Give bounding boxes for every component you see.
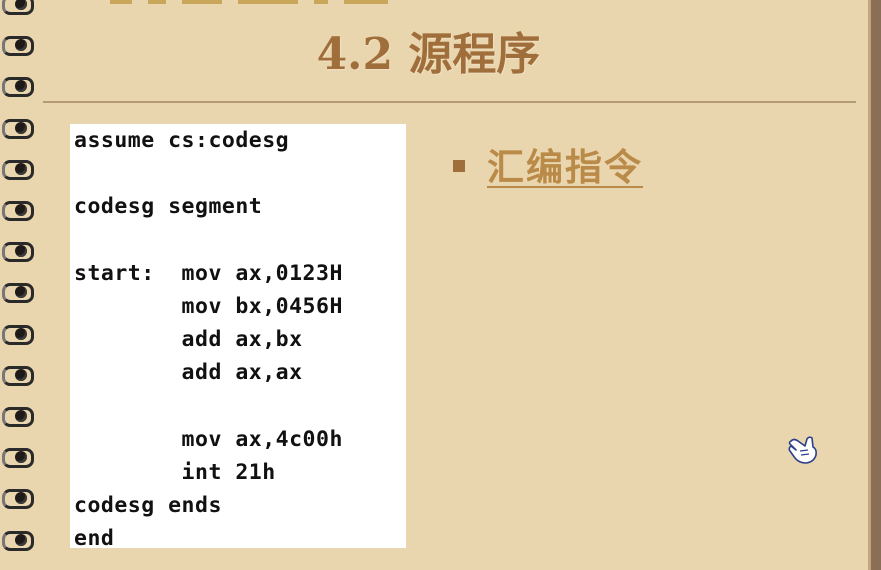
code-line: end xyxy=(74,526,115,552)
title-divider xyxy=(43,101,856,103)
page-edge xyxy=(868,0,881,570)
code-line: add ax,ax xyxy=(74,360,303,386)
code-line: assume cs:codesg xyxy=(74,128,290,153)
source-code-text: assume cs:codesg codesg segment start: m… xyxy=(70,124,406,556)
cut-off-heading xyxy=(110,0,430,4)
binding-ring xyxy=(0,445,36,469)
binding-ring xyxy=(0,404,36,427)
binding-ring xyxy=(0,486,36,510)
code-line: mov bx,0456H xyxy=(74,294,343,320)
binding-ring xyxy=(0,363,36,386)
slide-canvas: 4.2 源程序 assume cs:codesg codesg segment … xyxy=(0,0,881,570)
assembly-instructions-link[interactable]: 汇编指令 xyxy=(487,137,643,191)
binding-ring xyxy=(0,0,36,15)
code-line: codesg ends xyxy=(74,493,222,519)
code-line: mov ax,4c00h xyxy=(74,426,343,452)
source-code-block: assume cs:codesg codesg segment start: m… xyxy=(70,124,406,551)
code-line: int 21h xyxy=(74,460,276,486)
binding-ring xyxy=(0,280,36,304)
binding-ring xyxy=(0,322,36,345)
slide-title: 4.2 源程序 xyxy=(316,29,541,80)
bullet-square-icon xyxy=(453,160,465,172)
binding-ring xyxy=(0,528,36,551)
binding-ring xyxy=(0,116,36,139)
binding-ring xyxy=(0,198,36,221)
code-line: start: mov ax,0123H xyxy=(74,260,343,286)
bullet-item[interactable]: 汇编指令 xyxy=(453,137,643,191)
code-line: add ax,bx xyxy=(74,327,303,353)
hand-pointer-icon xyxy=(788,436,817,464)
binding-ring xyxy=(0,157,36,180)
spiral-binding xyxy=(0,0,36,570)
binding-ring xyxy=(0,239,36,263)
code-line: codesg segment xyxy=(74,194,263,220)
